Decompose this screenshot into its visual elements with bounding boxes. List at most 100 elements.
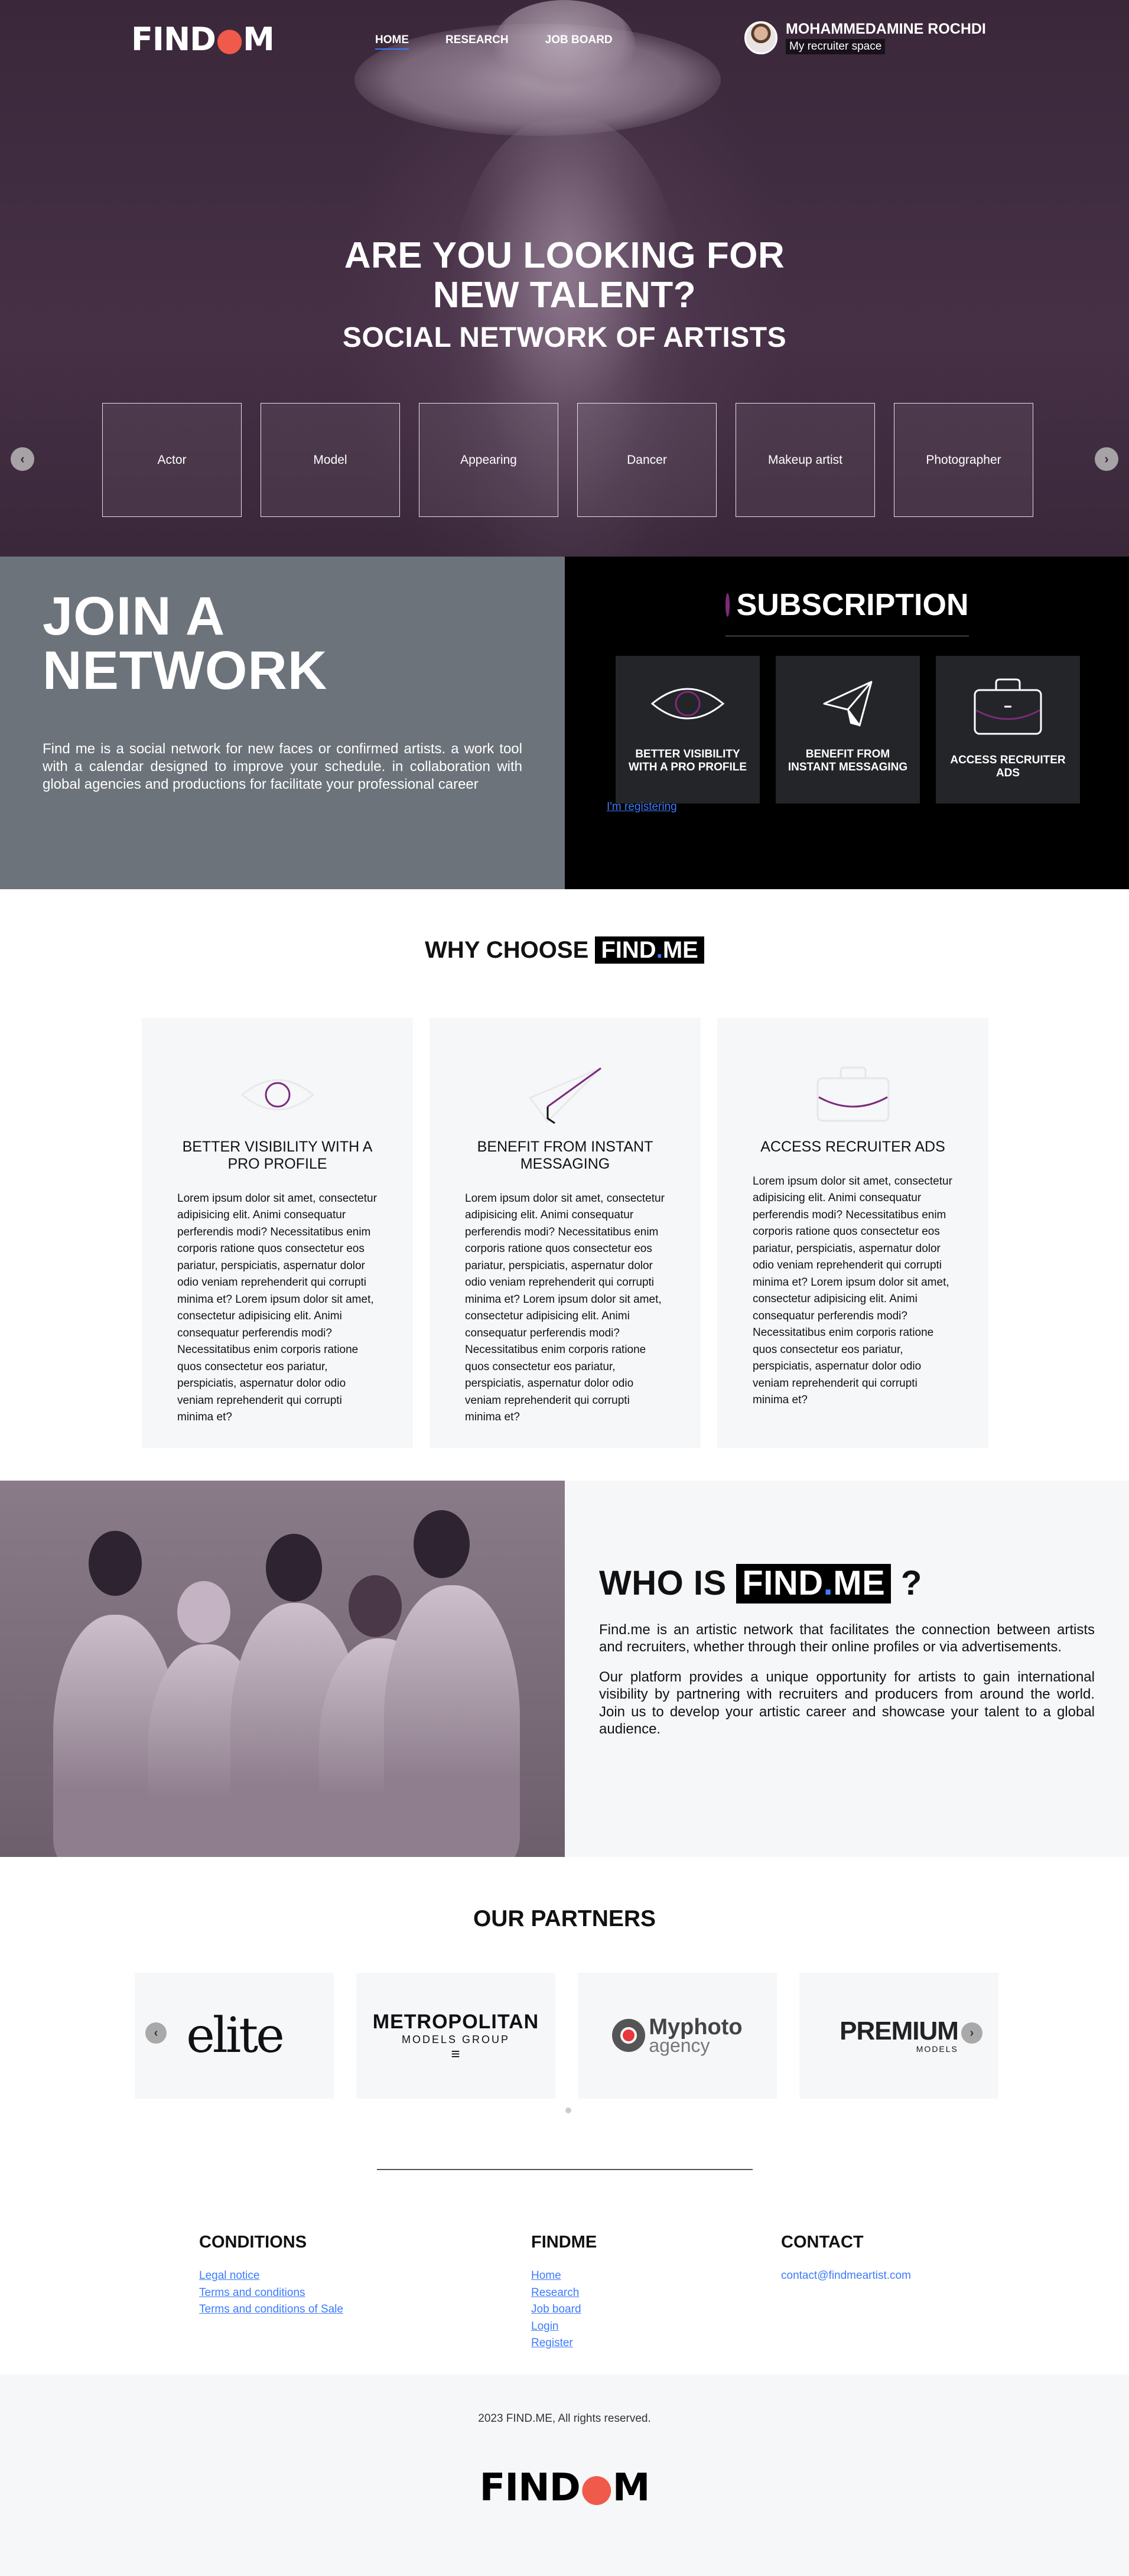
register-link[interactable]: I'm registering [607, 801, 677, 814]
subscription-card-label: ACCESS RECRUITER ADS [950, 754, 1066, 779]
brand-dot: . [656, 937, 663, 963]
logo-text: FIND [131, 21, 216, 58]
footer-link-login[interactable]: Login [531, 2318, 597, 2336]
subscription-title: SUBSCRIPTION [725, 587, 969, 636]
hero-title-line1: ARE YOU LOOKING FOR [344, 235, 785, 276]
nav-job-board[interactable]: JOB BOARD [545, 34, 613, 47]
paper-plane-icon [528, 1067, 601, 1124]
nav-home[interactable]: HOME [375, 34, 409, 50]
footer-link-terms-sale[interactable]: Terms and conditions of Sale [199, 2301, 343, 2318]
hero-heading: ARE YOU LOOKING FOR NEW TALENT? SOCIAL NE… [0, 236, 1129, 354]
chevron-left-icon[interactable]: ‹ [11, 447, 34, 471]
main-nav: HOME RESEARCH JOB BOARD [375, 34, 649, 50]
brand-text: FIND [742, 1564, 824, 1602]
chevron-right-icon[interactable]: › [1095, 447, 1118, 471]
category-actor[interactable]: Actor [102, 403, 242, 517]
user-menu[interactable]: MOHAMMEDAMINE ROCHDI My recruiter space [744, 21, 986, 54]
elite-logo-text: elite [186, 2008, 284, 2064]
chevron-left-icon[interactable]: ‹ [145, 2022, 167, 2044]
subscription-header: SUBSCRIPTION [565, 587, 1129, 636]
myphoto-logo: Myphoto agency [612, 2015, 743, 2055]
footer-logo-text-end: M [612, 2466, 650, 2510]
category-photographer[interactable]: Photographer [894, 403, 1033, 517]
footer-link-legal-notice[interactable]: Legal notice [199, 2268, 343, 2285]
footer-logo[interactable]: FIND●M [0, 2466, 1129, 2510]
nav-research[interactable]: RESEARCH [445, 34, 509, 47]
camera-lens-icon [612, 2019, 646, 2053]
partners-carousel: elite METROPOLITAN MODELS GROUP ≡ Myphot… [135, 1973, 998, 2099]
chevron-right-icon[interactable]: › [961, 2022, 982, 2044]
subscription-card-label: BENEFIT FROM INSTANT MESSAGING [788, 748, 908, 773]
briefcase-icon [816, 1066, 889, 1122]
footer-contact: CONTACT contact@findmeartist.com [781, 2233, 911, 2285]
photo-person-head [349, 1575, 402, 1637]
avatar[interactable] [744, 21, 777, 54]
brand-text-end: ME [662, 937, 698, 963]
subscription-card-messaging[interactable]: BENEFIT FROM INSTANT MESSAGING [776, 656, 920, 804]
subscription-cards: BETTER VISIBILITY WITH A PRO PROFILE BEN… [616, 656, 1080, 804]
briefcase-icon [974, 678, 1042, 735]
subscription-card-label: BETTER VISIBILITY WITH A PRO PROFILE [628, 748, 747, 773]
photo-person [384, 1585, 520, 1857]
join-subscription-section: JOIN A NETWORK Find me is a social netwo… [0, 557, 1129, 889]
site-logo[interactable]: FIND●M [131, 21, 275, 58]
why-card-recruiter-ads: ACCESS RECRUITER ADS Lorem ipsum dolor s… [717, 1018, 988, 1448]
top-navigation: FIND●M HOME RESEARCH JOB BOARD MOHAMMEDA… [0, 0, 1129, 80]
why-card-title: ACCESS RECRUITER ADS [760, 1139, 945, 1155]
user-name: MOHAMMEDAMINE ROCHDI [786, 21, 986, 38]
eye-icon [650, 688, 725, 720]
footer-link-terms[interactable]: Terms and conditions [199, 2285, 343, 2302]
join-title: JOIN A NETWORK [43, 586, 328, 701]
partner-logo-myphoto[interactable]: Myphoto agency [578, 1973, 777, 2099]
brand-dot: . [823, 1564, 834, 1602]
category-model[interactable]: Model [261, 403, 400, 517]
brand-text-end: ME [833, 1564, 886, 1602]
hero-section: FIND●M HOME RESEARCH JOB BOARD MOHAMMEDA… [0, 0, 1129, 557]
who-title-question: ? [900, 1564, 922, 1602]
who-is-text-panel: WHO IS FIND.ME ? Find.me is an artistic … [565, 1481, 1129, 1857]
footer-links: CONDITIONS Legal notice Terms and condit… [0, 2129, 1129, 2375]
premium-logo-text: PREMIUM [840, 2016, 959, 2045]
subscription-title-text: SUBSCRIPTION [736, 588, 969, 622]
partners-section: OUR PARTNERS elite METROPOLITAN MODELS G… [0, 1857, 1129, 2129]
brand-text: FIND [601, 937, 656, 963]
why-card-messaging: BENEFIT FROM INSTANT MESSAGING Lorem ips… [430, 1018, 701, 1448]
photo-person-head [266, 1534, 322, 1602]
carousel-dot[interactable] [565, 2107, 571, 2113]
why-card-text: Lorem ipsum dolor sit amet, consectetur … [177, 1192, 377, 1424]
footer-link-research[interactable]: Research [531, 2285, 597, 2302]
subscription-card-visibility[interactable]: BETTER VISIBILITY WITH A PRO PROFILE [616, 656, 760, 804]
partner-logo-metropolitan[interactable]: METROPOLITAN MODELS GROUP ≡ [356, 1973, 555, 2099]
circle-bullet-icon [725, 593, 730, 617]
who-is-paragraph-1: Find.me is an artistic network that faci… [599, 1621, 1095, 1655]
brand-badge: FIND.ME [736, 1564, 892, 1604]
myphoto-logo-text: Myphoto [649, 2015, 743, 2040]
footer-link-home[interactable]: Home [531, 2268, 597, 2285]
footer-findme-title: FINDME [531, 2233, 597, 2252]
why-choose-section: WHY CHOOSE FIND.ME BETTER VISIBILITY WIT… [0, 889, 1129, 1481]
hero-title: ARE YOU LOOKING FOR NEW TALENT? [0, 236, 1129, 316]
subscription-card-recruiter-ads[interactable]: ACCESS RECRUITER ADS [936, 656, 1080, 804]
footer-link-job-board[interactable]: Job board [531, 2301, 597, 2318]
metropolitan-logo-text: METROPOLITAN [372, 2010, 539, 2033]
footer-link-register[interactable]: Register [531, 2335, 597, 2352]
eye-icon [240, 1079, 314, 1111]
brand-badge: FIND.ME [595, 936, 704, 964]
why-card-text: Lorem ipsum dolor sit amet, consectetur … [465, 1192, 665, 1424]
metropolitan-logo-subtext: MODELS GROUP [401, 2033, 510, 2045]
logo-text-end: M [243, 21, 275, 58]
footer-contact-title: CONTACT [781, 2233, 864, 2252]
join-text: Find me is a social network for new face… [43, 741, 522, 792]
category-dancer[interactable]: Dancer [577, 403, 717, 517]
recruiter-space-link[interactable]: My recruiter space [786, 38, 886, 54]
category-makeup-artist[interactable]: Makeup artist [736, 403, 875, 517]
footer-divider [377, 2169, 753, 2170]
why-card-title: BETTER VISIBILITY WITH A PRO PROFILE [182, 1139, 373, 1172]
category-appearing[interactable]: Appearing [419, 403, 558, 517]
footer-contact-email[interactable]: contact@findmeartist.com [781, 2268, 911, 2285]
copyright: 2023 FIND.ME, All rights reserved. [478, 2412, 651, 2425]
photo-person-head [414, 1510, 470, 1578]
footer-bottom: 2023 FIND.ME, All rights reserved. FIND●… [0, 2375, 1129, 2576]
premium-logo-subtext: MODELS [916, 2044, 958, 2054]
metropolitan-logo-mark: ≡ [451, 2044, 461, 2063]
